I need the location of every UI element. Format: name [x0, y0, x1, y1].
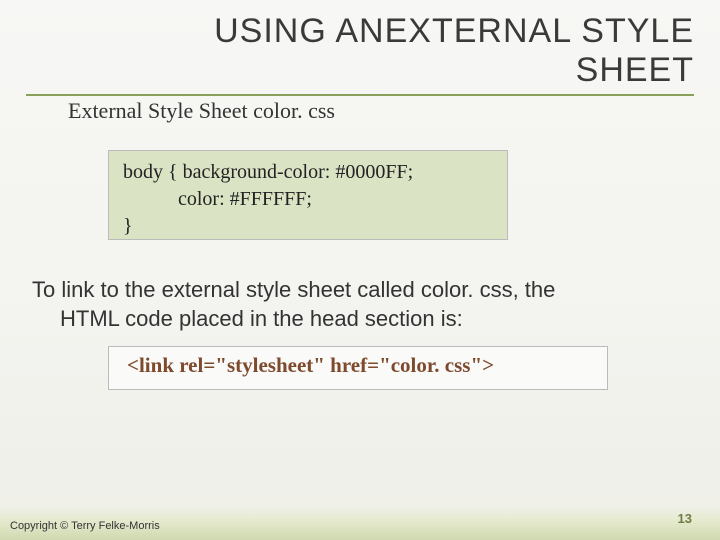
code-block-link: <link rel="stylesheet" href="color. css"… [108, 346, 608, 390]
page-number: 13 [678, 511, 692, 526]
subtitle: External Style Sheet color. css [68, 98, 335, 124]
body-text: To link to the external style sheet call… [32, 276, 680, 333]
slide-title: USING ANEXTERNAL STYLE SHEET [154, 12, 694, 90]
code-block-css: body { background-color: #0000FF; color:… [108, 150, 508, 240]
title-underline [26, 94, 694, 96]
slide: USING ANEXTERNAL STYLE SHEET External St… [0, 0, 720, 540]
copyright-text: Copyright © Terry Felke-Morris [10, 520, 160, 532]
body-text-line1: To link to the external style sheet call… [32, 277, 555, 302]
body-text-line2: HTML code placed in the head section is: [32, 305, 680, 334]
